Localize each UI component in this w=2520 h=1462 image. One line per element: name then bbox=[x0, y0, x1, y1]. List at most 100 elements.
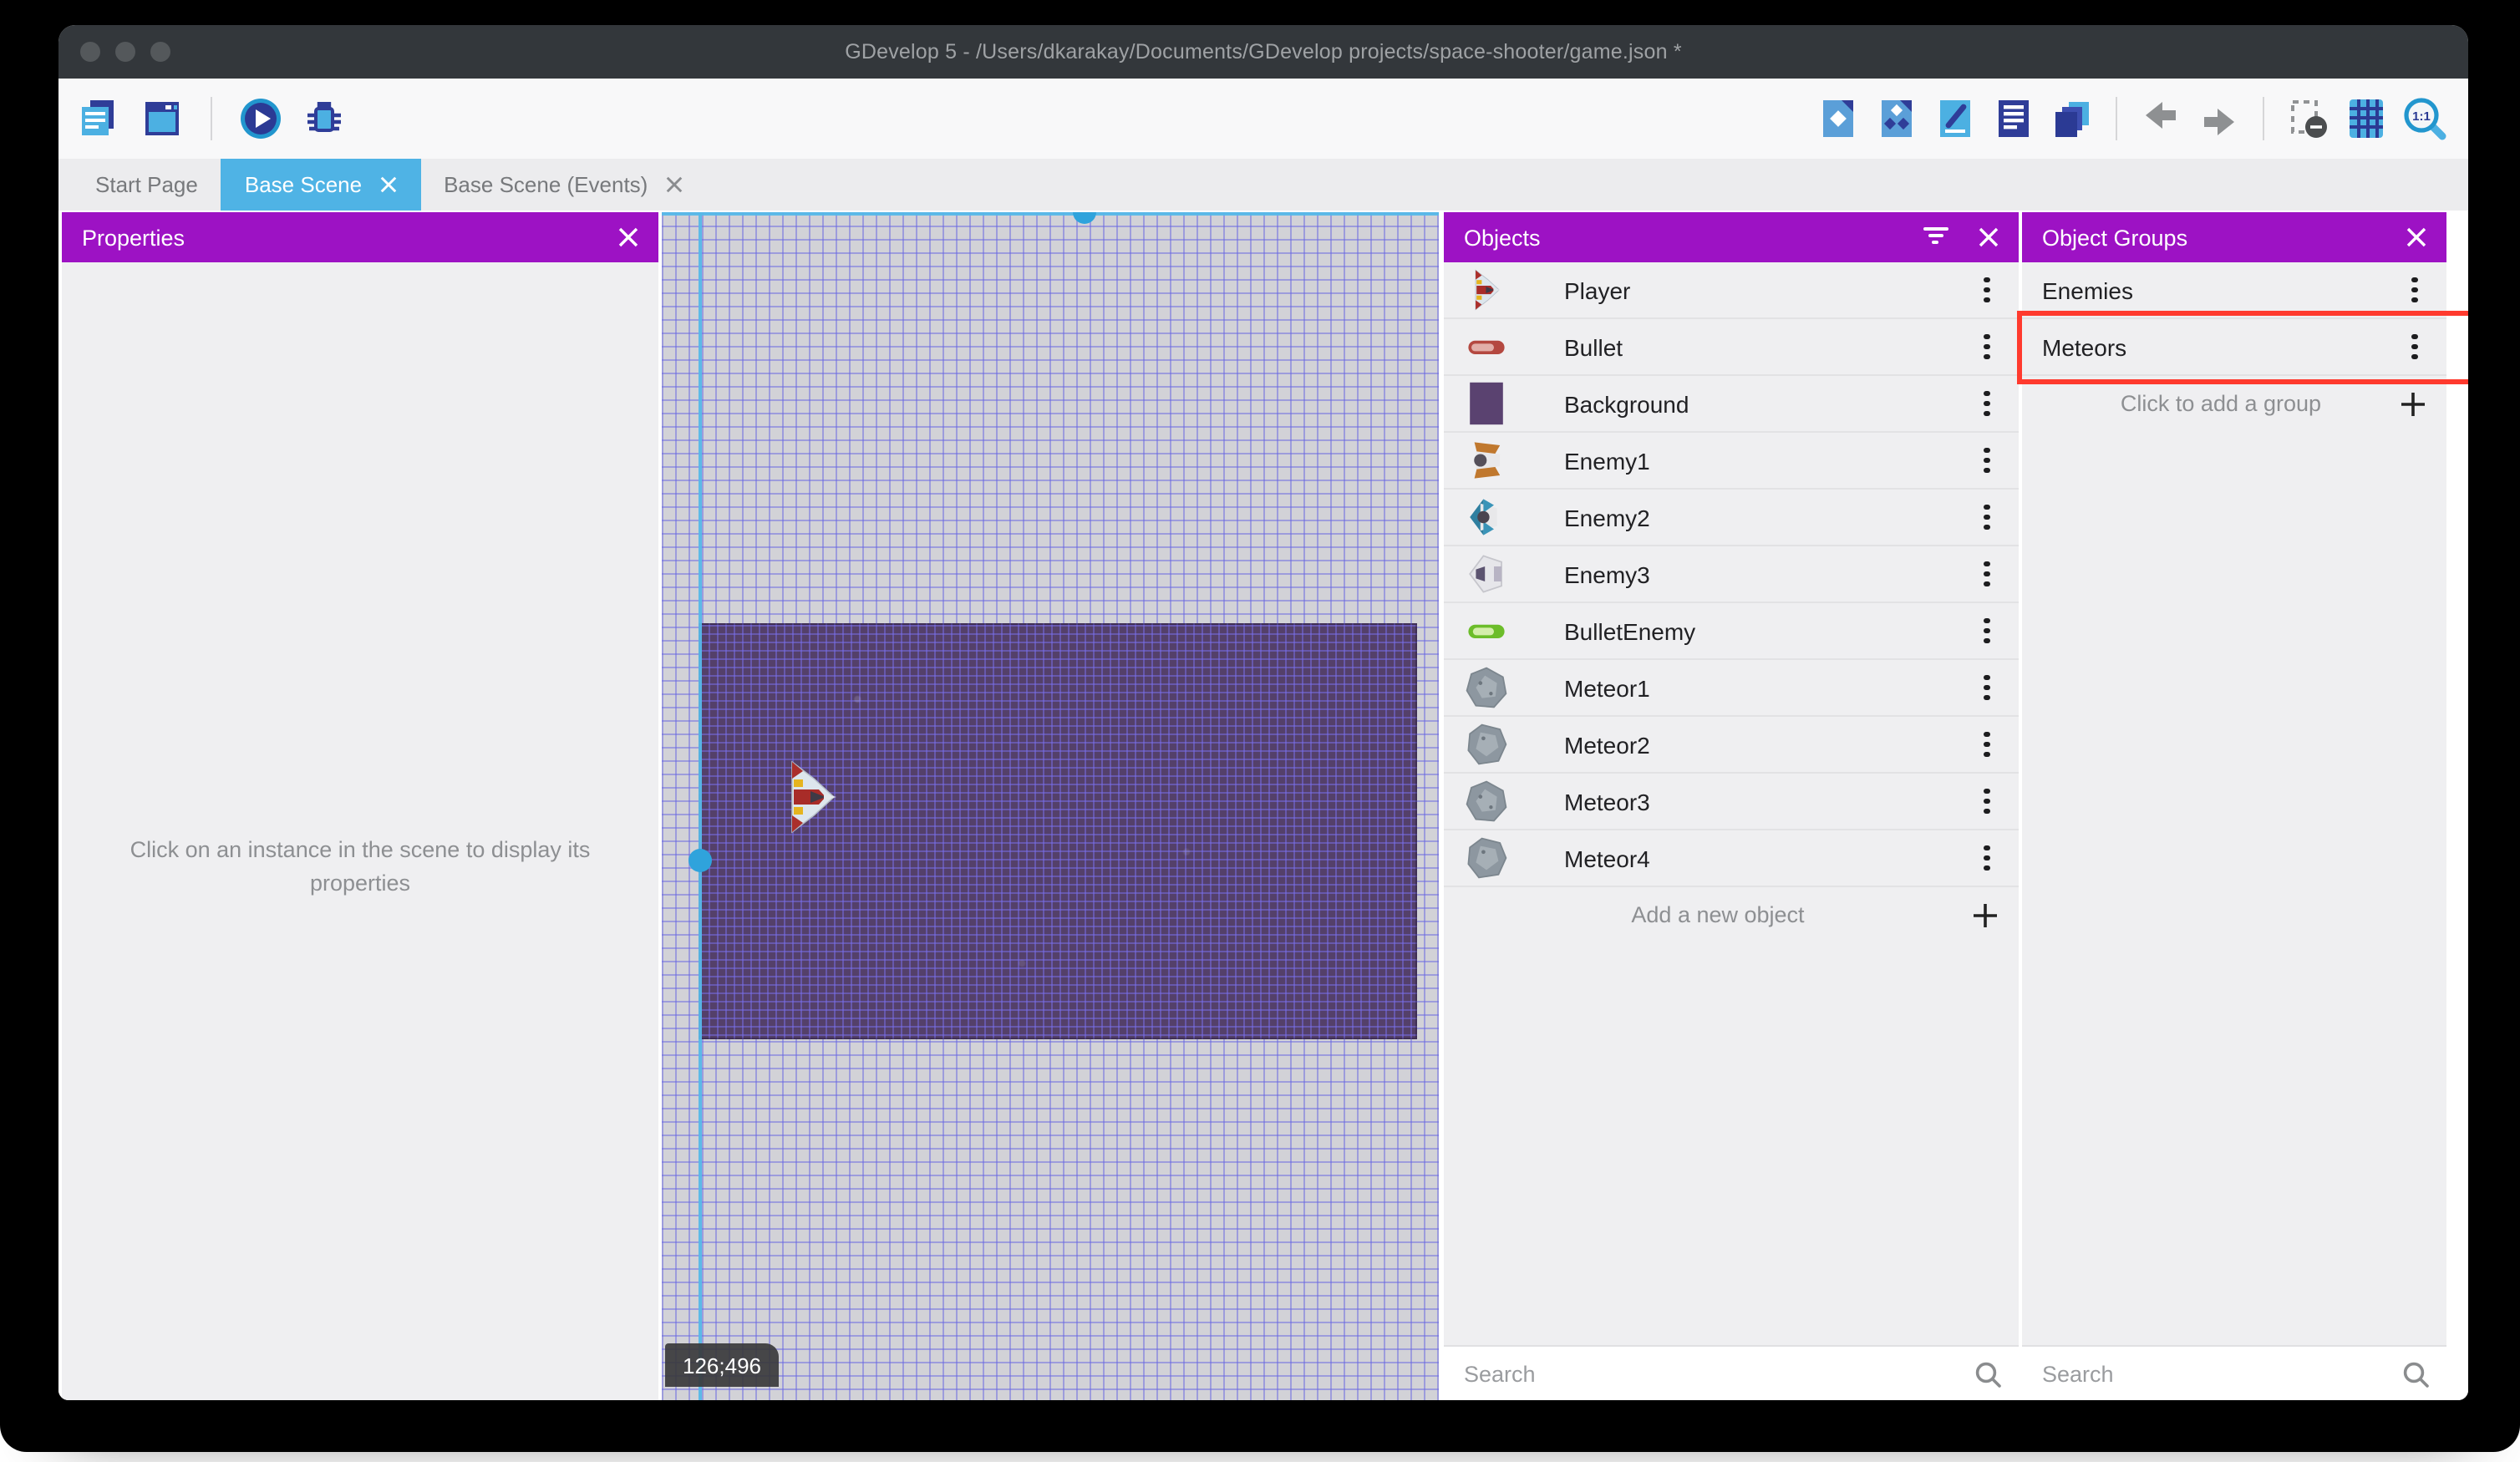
object-list-item[interactable]: Meteor1 bbox=[1444, 660, 2019, 717]
object-thumbnail bbox=[1464, 835, 1509, 881]
object-list-item[interactable]: Bullet bbox=[1444, 319, 2019, 376]
editor-content: Properties Click on an instance in the s… bbox=[58, 211, 2468, 1400]
object-name: Enemy2 bbox=[1564, 504, 1650, 530]
panel-title: Objects bbox=[1464, 225, 1541, 250]
close-panel-icon[interactable] bbox=[1979, 227, 1999, 247]
kebab-menu-icon[interactable] bbox=[1972, 674, 2002, 701]
plus-icon[interactable] bbox=[2400, 390, 2426, 417]
scene-editor-icon[interactable] bbox=[137, 94, 187, 144]
groups-panel-header: Object Groups bbox=[2022, 212, 2446, 262]
object-name: Meteor2 bbox=[1564, 731, 1650, 758]
instances-list-icon[interactable] bbox=[1989, 94, 2039, 144]
close-panel-icon[interactable] bbox=[2406, 227, 2426, 247]
object-list-item[interactable]: Enemy1 bbox=[1444, 433, 2019, 490]
object-name: Bullet bbox=[1564, 333, 1623, 360]
traffic-lights[interactable] bbox=[80, 42, 170, 62]
selection-left-edge bbox=[699, 212, 702, 1400]
kebab-menu-icon[interactable] bbox=[2400, 333, 2430, 360]
toolbar-divider bbox=[211, 97, 212, 140]
properties-panel-icon[interactable] bbox=[1930, 94, 1980, 144]
object-list-item[interactable]: Meteor4 bbox=[1444, 830, 2019, 887]
debug-icon[interactable] bbox=[299, 94, 349, 144]
window-title: GDevelop 5 - /Users/dkarakay/Documents/G… bbox=[845, 40, 1682, 63]
add-group-label: Click to add a group bbox=[2120, 391, 2322, 416]
toolbar-right-group: 1:1 bbox=[1813, 79, 2450, 159]
kebab-menu-icon[interactable] bbox=[1972, 390, 2002, 417]
object-name: Player bbox=[1564, 277, 1631, 303]
filter-icon[interactable] bbox=[1922, 227, 1948, 247]
object-thumbnail bbox=[1464, 779, 1509, 824]
titlebar[interactable]: GDevelop 5 - /Users/dkarakay/Documents/G… bbox=[58, 25, 2468, 79]
group-list-item[interactable]: Enemies bbox=[2022, 262, 2446, 319]
object-list-item[interactable]: Meteor2 bbox=[1444, 717, 2019, 774]
kebab-menu-icon[interactable] bbox=[1972, 333, 2002, 360]
object-thumbnail bbox=[1464, 665, 1509, 710]
grid-icon[interactable] bbox=[2341, 94, 2391, 144]
toggle-instances-visibility-icon[interactable] bbox=[2283, 94, 2333, 144]
scene-canvas[interactable]: 126;496 bbox=[662, 212, 1439, 1400]
object-list-item[interactable]: Meteor3 bbox=[1444, 774, 2019, 830]
object-thumbnail bbox=[1464, 608, 1509, 653]
object-name: Enemy1 bbox=[1564, 447, 1650, 474]
object-list-item[interactable]: BulletEnemy bbox=[1444, 603, 2019, 660]
close-tab-icon[interactable] bbox=[379, 175, 397, 194]
object-list-item[interactable]: Enemy3 bbox=[1444, 546, 2019, 603]
add-group-row[interactable]: Click to add a group bbox=[2022, 376, 2446, 431]
zoom-window-button[interactable] bbox=[150, 42, 170, 62]
kebab-menu-icon[interactable] bbox=[1972, 617, 2002, 644]
add-object-row[interactable]: Add a new object bbox=[1444, 887, 2019, 942]
object-thumbnail bbox=[1464, 722, 1509, 767]
kebab-menu-icon[interactable] bbox=[1972, 447, 2002, 474]
screenshot-stage: GDevelop 5 - /Users/dkarakay/Documents/G… bbox=[0, 0, 2520, 1462]
close-tab-icon[interactable] bbox=[664, 175, 683, 194]
groups-search-input[interactable] bbox=[2039, 1359, 2388, 1388]
tab-bar: Start Page Base Scene Base Scene (Events… bbox=[58, 159, 2468, 211]
editor-tab[interactable]: Base Scene bbox=[221, 159, 421, 211]
minimize-window-button[interactable] bbox=[115, 42, 135, 62]
objects-search-bar bbox=[1444, 1345, 2019, 1400]
kebab-menu-icon[interactable] bbox=[2400, 277, 2430, 303]
object-list-item[interactable]: Enemy2 bbox=[1444, 490, 2019, 546]
properties-empty-message: Click on an instance in the scene to dis… bbox=[130, 837, 591, 896]
object-groups-panel-icon[interactable] bbox=[1872, 94, 1922, 144]
svg-text:1:1: 1:1 bbox=[2412, 109, 2431, 124]
search-icon bbox=[2403, 1361, 2429, 1387]
tab-label: Base Scene (Events) bbox=[444, 172, 648, 197]
object-name: Meteor4 bbox=[1564, 845, 1650, 871]
redo-icon[interactable] bbox=[2194, 94, 2244, 144]
close-window-button[interactable] bbox=[80, 42, 100, 62]
kebab-menu-icon[interactable] bbox=[1972, 845, 2002, 871]
groups-search-bar bbox=[2022, 1345, 2446, 1400]
objects-search-input[interactable] bbox=[1461, 1359, 1960, 1388]
toolbar-left-group bbox=[58, 94, 349, 144]
object-list-item[interactable]: Player bbox=[1444, 262, 2019, 319]
panel-title: Object Groups bbox=[2042, 225, 2188, 250]
object-groups-panel: Object Groups Enemies Meteors Click to a… bbox=[2017, 212, 2468, 1400]
objects-panel-icon[interactable] bbox=[1813, 94, 1863, 144]
plus-icon[interactable] bbox=[1972, 901, 1999, 928]
object-list-item[interactable]: Background bbox=[1444, 376, 2019, 433]
project-manager-icon[interactable] bbox=[74, 94, 124, 144]
player-instance[interactable] bbox=[785, 757, 837, 837]
kebab-menu-icon[interactable] bbox=[1972, 277, 2002, 303]
group-list-item[interactable]: Meteors bbox=[2017, 311, 2468, 384]
kebab-menu-icon[interactable] bbox=[1972, 561, 2002, 587]
group-name: Meteors bbox=[2042, 333, 2127, 360]
undo-icon[interactable] bbox=[2136, 94, 2186, 144]
tab-label: Start Page bbox=[95, 172, 198, 197]
kebab-menu-icon[interactable] bbox=[1972, 504, 2002, 530]
preview-play-icon[interactable] bbox=[236, 94, 286, 144]
selection-handle-top[interactable] bbox=[1073, 212, 1096, 224]
layers-panel-icon[interactable] bbox=[2047, 94, 2097, 144]
object-name: Background bbox=[1564, 390, 1689, 417]
selection-handle-left[interactable] bbox=[688, 849, 712, 872]
kebab-menu-icon[interactable] bbox=[1972, 731, 2002, 758]
panel-title: Properties bbox=[82, 225, 185, 250]
zoom-one-to-one-icon[interactable]: 1:1 bbox=[2400, 94, 2450, 144]
object-name: Enemy3 bbox=[1564, 561, 1650, 587]
search-icon bbox=[1975, 1361, 2001, 1387]
kebab-menu-icon[interactable] bbox=[1972, 788, 2002, 815]
editor-tab[interactable]: Base Scene (Events) bbox=[420, 159, 706, 211]
editor-tab[interactable]: Start Page bbox=[72, 159, 221, 211]
close-panel-icon[interactable] bbox=[618, 227, 638, 247]
